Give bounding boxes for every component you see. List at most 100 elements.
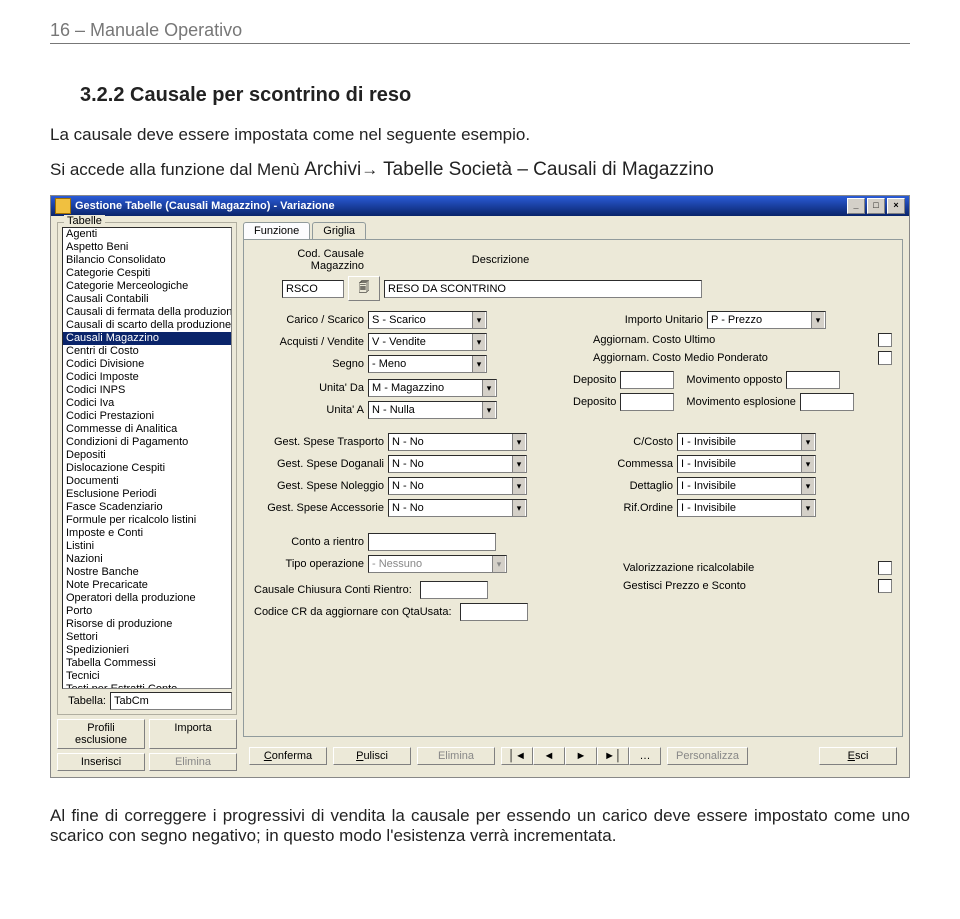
list-item[interactable]: Bilancio Consolidato: [63, 254, 231, 267]
nav-last-button[interactable]: ►│: [597, 747, 629, 765]
elimina-side-button[interactable]: Elimina: [149, 753, 237, 771]
personalizza-button[interactable]: Personalizza: [667, 747, 748, 765]
lbl-carico-scarico: Carico / Scarico: [254, 314, 364, 326]
deposito-1-field[interactable]: [620, 371, 674, 389]
conto-rientro-field[interactable]: [368, 533, 496, 551]
tab-griglia[interactable]: Griglia: [312, 222, 366, 239]
chk-agg-costo-ultimo[interactable]: [878, 333, 892, 347]
arrow-icon: →: [361, 160, 378, 179]
nav-first-button[interactable]: │◄: [501, 747, 533, 765]
segno-combo[interactable]: - Meno: [368, 355, 487, 373]
list-item[interactable]: Categorie Cespiti: [63, 267, 231, 280]
list-item[interactable]: Centri di Costo: [63, 345, 231, 358]
chk-gestisci-prezzo-sconto[interactable]: [878, 579, 892, 593]
conferma-button[interactable]: CConfermaonferma: [249, 747, 327, 765]
mov-esplosione-field[interactable]: [800, 393, 854, 411]
lbl-unita-a: Unita' A: [254, 404, 364, 416]
list-item[interactable]: Categorie Merceologiche: [63, 280, 231, 293]
chk-valorizzazione[interactable]: [878, 561, 892, 575]
inserisci-button[interactable]: Inserisci: [57, 753, 145, 771]
list-item[interactable]: Causali Magazzino: [63, 332, 231, 345]
list-item[interactable]: Settori: [63, 631, 231, 644]
list-item[interactable]: Causali di fermata della produzione: [63, 306, 231, 319]
list-item[interactable]: Causali di scarto della produzione: [63, 319, 231, 332]
list-item[interactable]: Codici Prestazioni: [63, 410, 231, 423]
paragraph-2: Si accede alla funzione dal Menù Archivi…: [50, 159, 910, 181]
spese-noleggio-combo[interactable]: N - No: [388, 477, 527, 495]
list-item[interactable]: Formule per ricalcolo listini: [63, 514, 231, 527]
list-item[interactable]: Operatori della produzione: [63, 592, 231, 605]
app-icon: [55, 198, 71, 214]
profili-esclusione-button[interactable]: Profili esclusione: [57, 719, 145, 749]
list-item[interactable]: Agenti: [63, 228, 231, 241]
list-item[interactable]: Listini: [63, 540, 231, 553]
list-item[interactable]: Codici Iva: [63, 397, 231, 410]
list-item[interactable]: Testi per Estratti Conto: [63, 683, 231, 689]
mov-opposto-field[interactable]: [786, 371, 840, 389]
list-item[interactable]: Tabella Commessi: [63, 657, 231, 670]
tables-list[interactable]: AgentiAspetto BeniBilancio ConsolidatoCa…: [62, 227, 232, 689]
nav-prev-button[interactable]: ◄: [533, 747, 565, 765]
nav-next-button[interactable]: ►: [565, 747, 597, 765]
deposito-2-field[interactable]: [620, 393, 674, 411]
cod-causale-field[interactable]: RSCO: [282, 280, 344, 298]
list-item[interactable]: Codici Divisione: [63, 358, 231, 371]
commessa-combo[interactable]: I - Invisibile: [677, 455, 816, 473]
acquisti-vendite-combo[interactable]: V - Vendite: [368, 333, 487, 351]
maximize-button[interactable]: □: [867, 198, 885, 214]
tipo-operazione-combo[interactable]: - Nessuno: [368, 555, 507, 573]
rifordine-combo[interactable]: I - Invisibile: [677, 499, 816, 517]
tabella-field[interactable]: TabCm: [110, 692, 232, 710]
list-item[interactable]: Esclusione Periodi: [63, 488, 231, 501]
list-item[interactable]: Porto: [63, 605, 231, 618]
section-title: 3.2.2 Causale per scontrino di reso: [80, 84, 910, 107]
lbl-rifordine: Rif.Ordine: [573, 502, 673, 514]
minimize-button[interactable]: _: [847, 198, 865, 214]
unita-a-combo[interactable]: N - Nulla: [368, 401, 497, 419]
unita-da-combo[interactable]: M - Magazzino: [368, 379, 497, 397]
pulisci-button[interactable]: Pulisci: [333, 747, 411, 765]
elimina-button[interactable]: Elimina: [417, 747, 495, 765]
bottom-bar: CConfermaonferma Pulisci Elimina │◄ ◄ ► …: [243, 737, 903, 771]
lookup-button[interactable]: 🗐: [348, 276, 380, 301]
list-item[interactable]: Nazioni: [63, 553, 231, 566]
chk-agg-costo-medio[interactable]: [878, 351, 892, 365]
p2-pre: Si accede alla funzione dal Menù: [50, 160, 304, 179]
list-item[interactable]: Aspetto Beni: [63, 241, 231, 254]
ccosto-combo[interactable]: I - Invisibile: [677, 433, 816, 451]
spese-trasporto-combo[interactable]: N - No: [388, 433, 527, 451]
nav-more-button[interactable]: …: [629, 747, 661, 765]
list-item[interactable]: Dislocazione Cespiti: [63, 462, 231, 475]
descrizione-field[interactable]: RESO DA SCONTRINO: [384, 280, 702, 298]
list-item[interactable]: Condizioni di Pagamento: [63, 436, 231, 449]
list-item[interactable]: Codici INPS: [63, 384, 231, 397]
titlebar: Gestione Tabelle (Causali Magazzino) - V…: [51, 196, 909, 216]
list-item[interactable]: Risorse di produzione: [63, 618, 231, 631]
list-item[interactable]: Spedizionieri: [63, 644, 231, 657]
spese-accessorie-combo[interactable]: N - No: [388, 499, 527, 517]
list-item[interactable]: Commesse di Analitica: [63, 423, 231, 436]
list-item[interactable]: Tecnici: [63, 670, 231, 683]
importo-unitario-combo[interactable]: P - Prezzo: [707, 311, 826, 329]
p2-b1: Archivi: [304, 159, 361, 180]
importa-button[interactable]: Importa: [149, 719, 237, 749]
lbl-tipo-operazione: Tipo operazione: [254, 558, 364, 570]
causale-chiusura-field[interactable]: [420, 581, 488, 599]
dettaglio-combo[interactable]: I - Invisibile: [677, 477, 816, 495]
list-item[interactable]: Documenti: [63, 475, 231, 488]
esci-button[interactable]: Esci: [819, 747, 897, 765]
page-header: 16 – Manuale Operativo: [50, 20, 910, 44]
tab-funzione[interactable]: Funzione: [243, 222, 310, 239]
list-item[interactable]: Causali Contabili: [63, 293, 231, 306]
list-item[interactable]: Codici Imposte: [63, 371, 231, 384]
codice-cr-field[interactable]: [460, 603, 528, 621]
list-item[interactable]: Note Precaricate: [63, 579, 231, 592]
carico-scarico-combo[interactable]: S - Scarico: [368, 311, 487, 329]
spese-doganali-combo[interactable]: N - No: [388, 455, 527, 473]
lbl-spese-doganali: Gest. Spese Doganali: [254, 458, 384, 470]
list-item[interactable]: Nostre Banche: [63, 566, 231, 579]
close-button[interactable]: ×: [887, 198, 905, 214]
list-item[interactable]: Depositi: [63, 449, 231, 462]
list-item[interactable]: Fasce Scadenziario: [63, 501, 231, 514]
list-item[interactable]: Imposte e Conti: [63, 527, 231, 540]
